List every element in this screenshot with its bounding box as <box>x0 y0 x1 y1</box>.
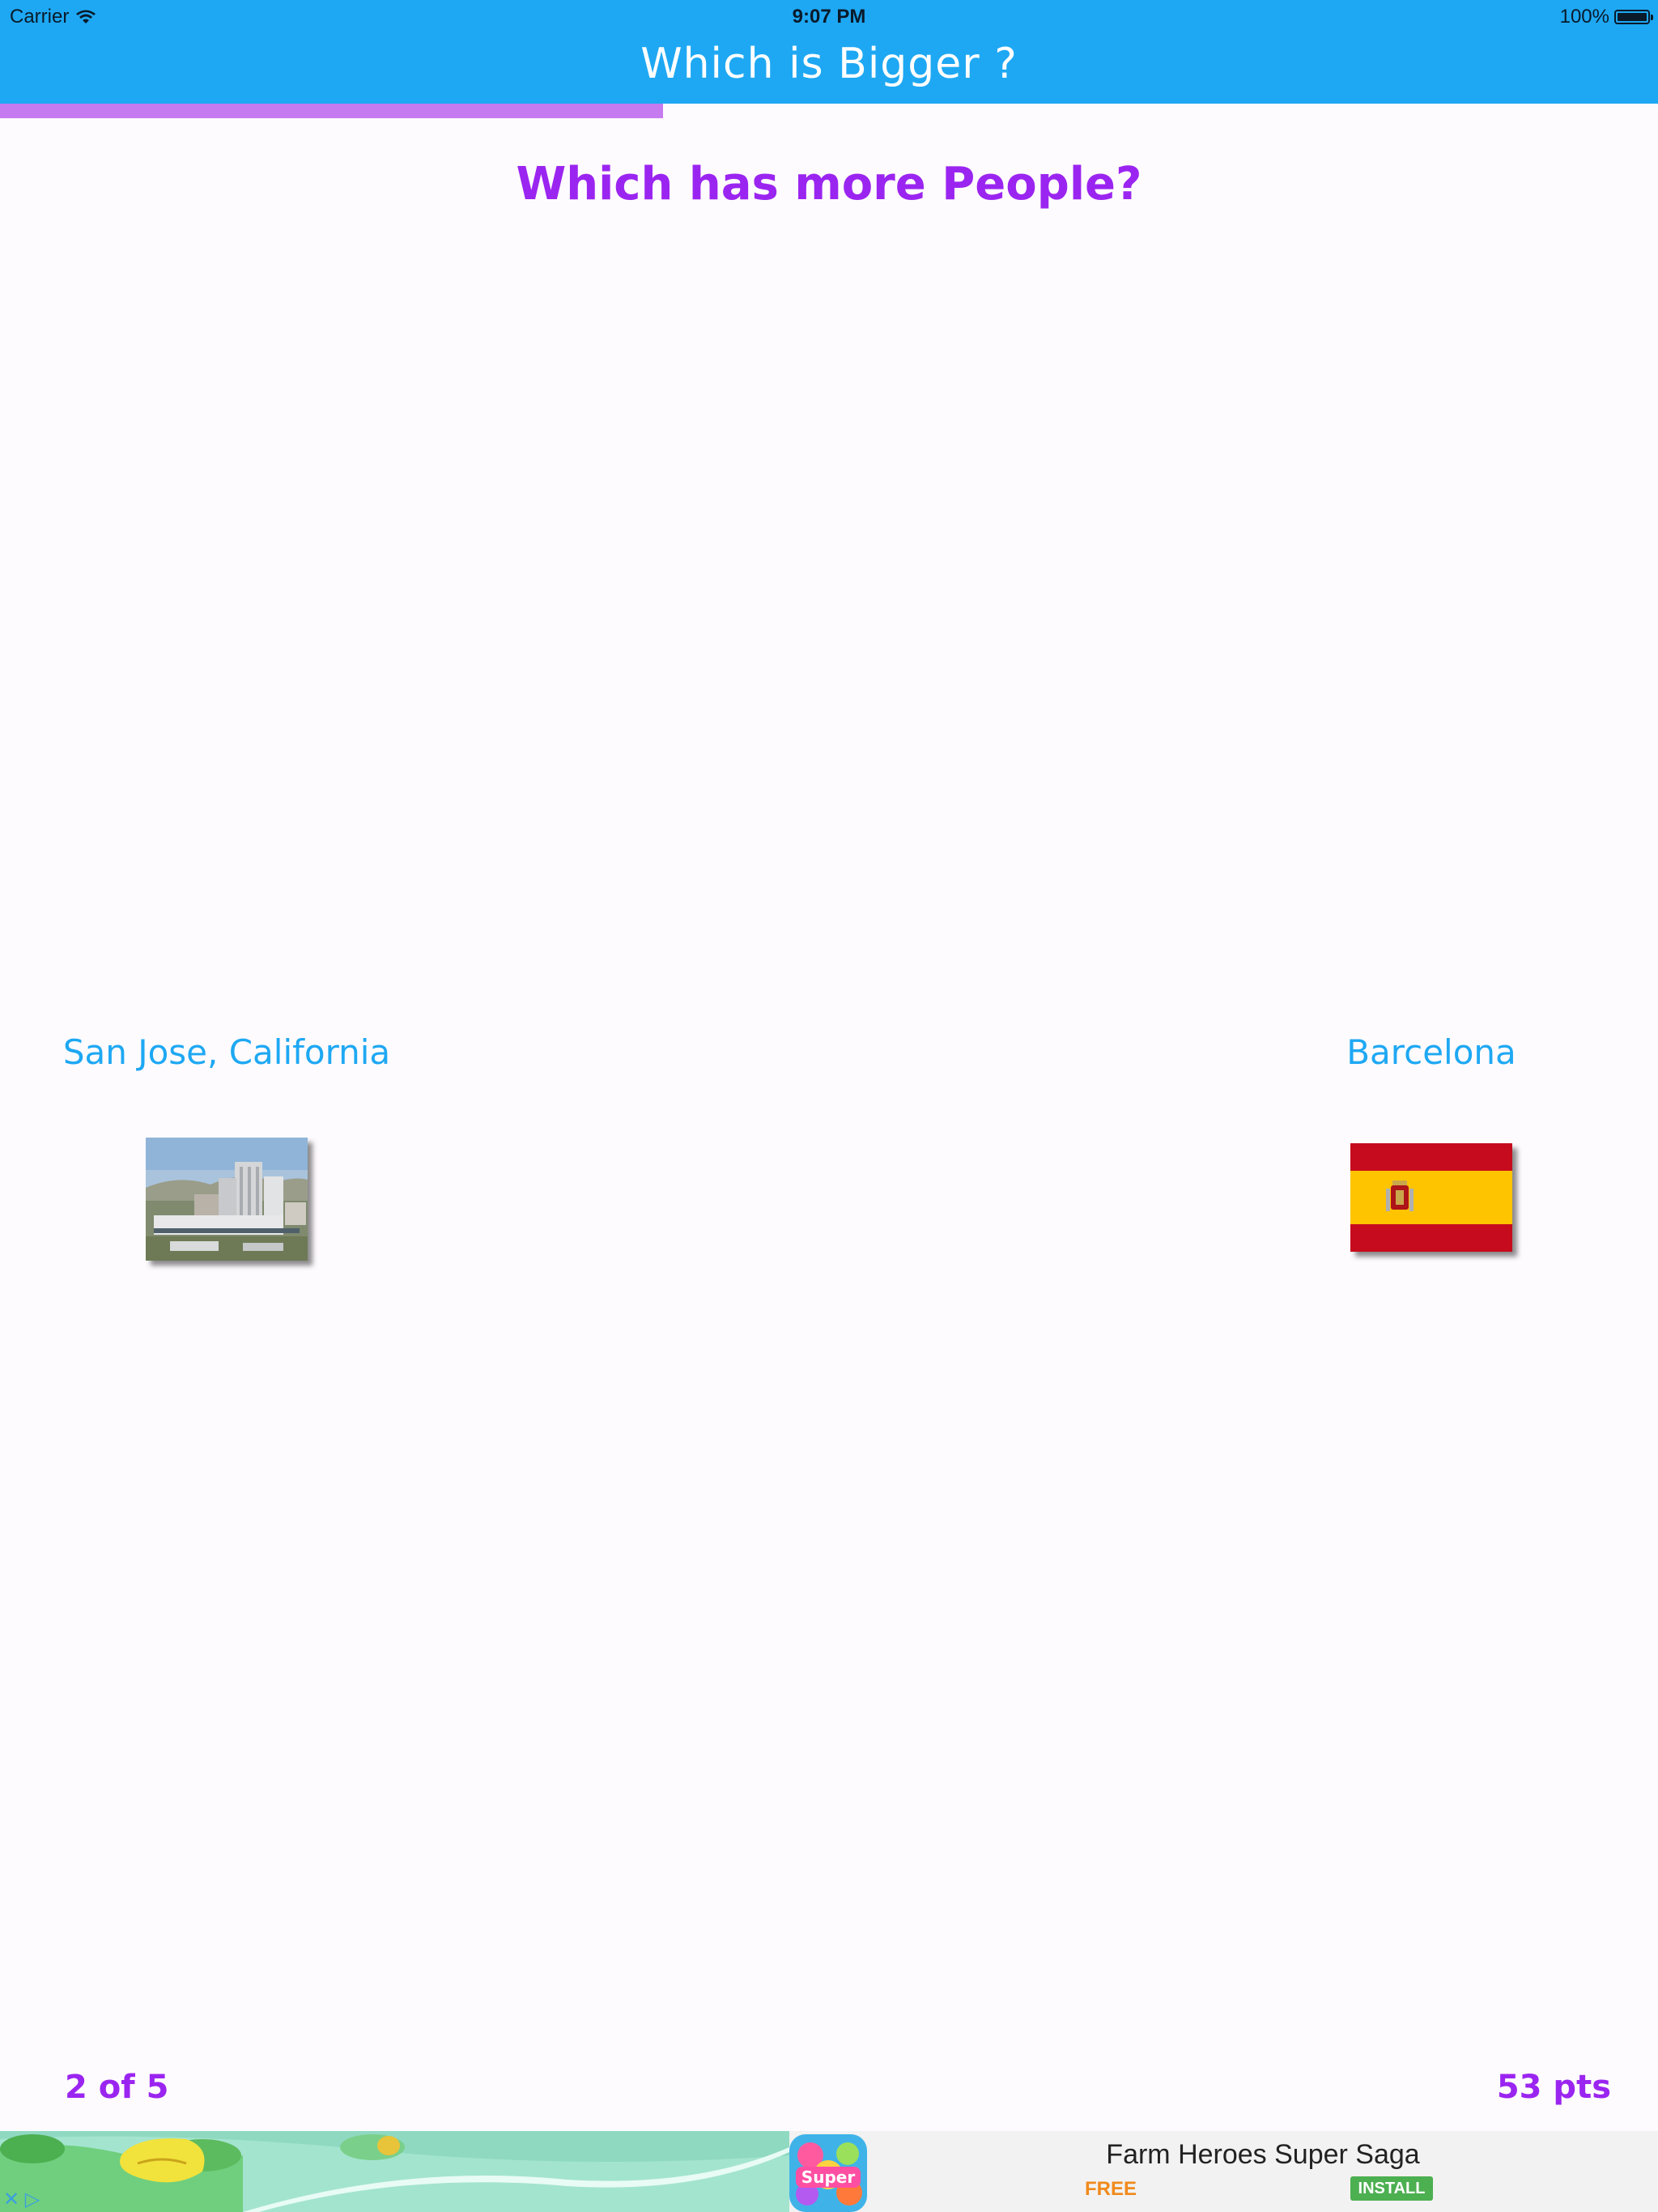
battery-icon <box>1614 10 1653 24</box>
spain-flag-icon <box>1350 1143 1512 1252</box>
ad-close-icon[interactable]: ✕ ▷ <box>3 2189 40 2210</box>
option-right-label[interactable]: Barcelona <box>1253 1032 1609 1072</box>
battery-status: 100% <box>1559 6 1653 28</box>
ad-install-button[interactable]: INSTALL <box>1350 2176 1433 2201</box>
ad-app-icon-text: Super <box>801 2167 856 2187</box>
option-right[interactable]: Barcelona <box>1253 1032 1609 1072</box>
points-score: 53 pts <box>1496 2069 1611 2106</box>
quiz-progress-fill <box>0 104 664 118</box>
ad-artwork[interactable] <box>0 2131 789 2212</box>
question-counter: 2 of 5 <box>65 2069 169 2106</box>
option-left[interactable]: San Jose, California <box>49 1032 405 1072</box>
battery-percent: 100% <box>1559 6 1609 28</box>
question-text: Which has more People? <box>516 158 1142 211</box>
ad-app-icon[interactable]: Super <box>789 2134 867 2212</box>
ad-banner[interactable]: ✕ ▷ Super Farm Heroes Super Saga FREE IN… <box>0 2131 1658 2212</box>
quiz-progress-bar <box>0 104 1658 118</box>
ad-title[interactable]: Farm Heroes Super Saga <box>1052 2139 1473 2171</box>
option-left-label[interactable]: San Jose, California <box>49 1032 405 1072</box>
status-bar: Carrier 9:07 PM 100% <box>0 0 1658 32</box>
option-right-image[interactable] <box>1350 1143 1512 1252</box>
page-title: Which is Bigger ? <box>640 40 1018 88</box>
option-left-image[interactable] <box>146 1138 308 1261</box>
nav-bar: Which is Bigger ? <box>0 32 1658 104</box>
ad-price: FREE <box>1085 2178 1137 2200</box>
clock: 9:07 PM <box>792 6 866 28</box>
